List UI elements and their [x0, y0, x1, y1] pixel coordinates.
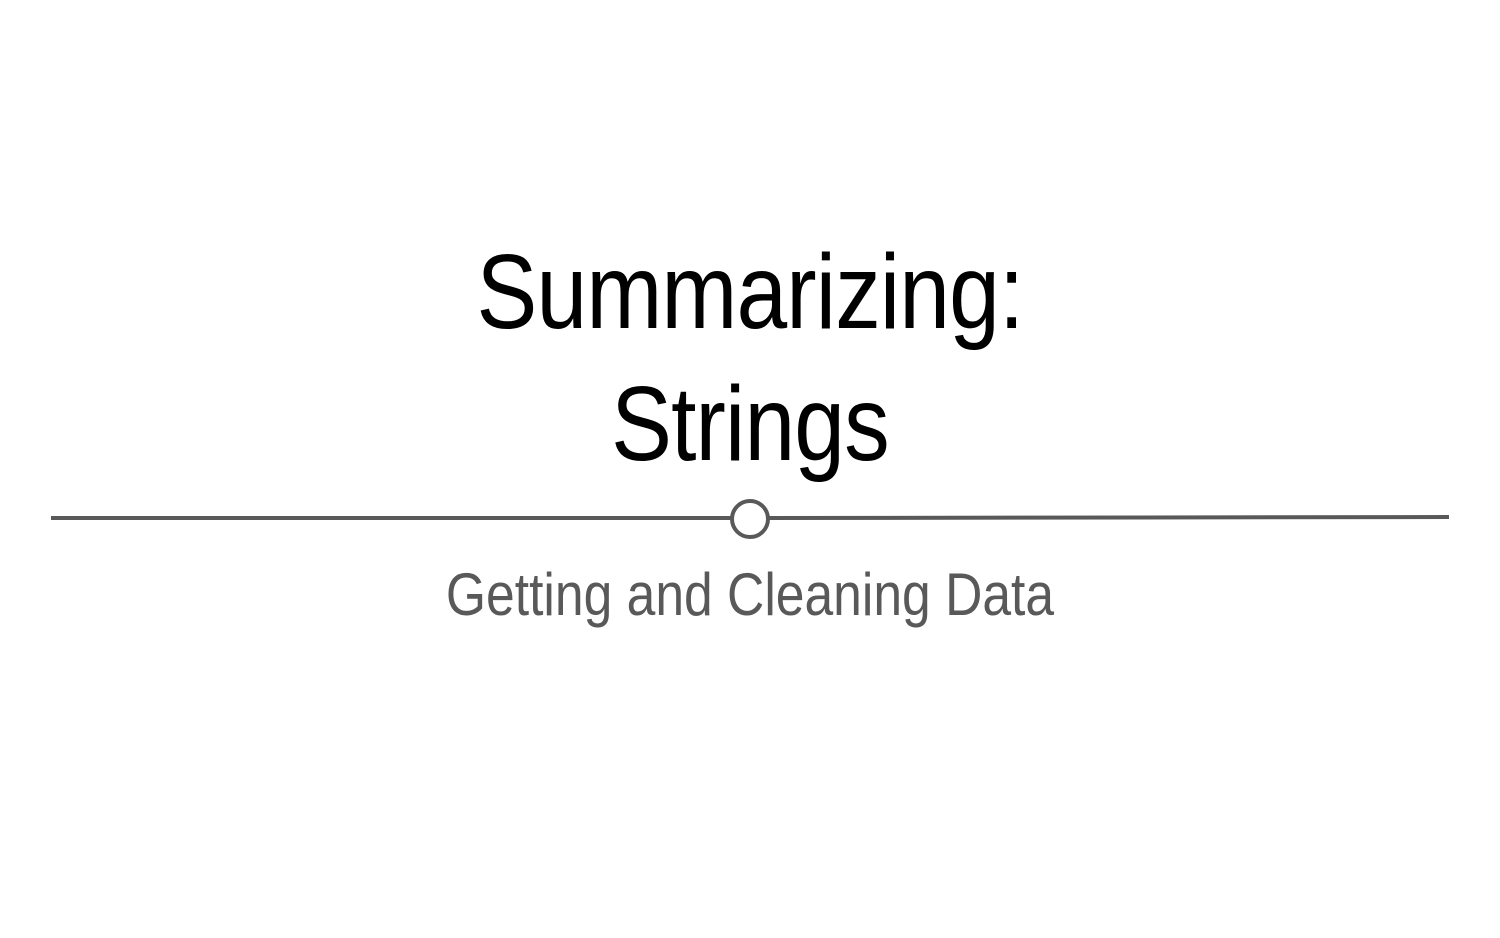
slide-title: Summarizing: Strings [105, 226, 1395, 490]
divider [51, 499, 1450, 539]
slide-subtitle: Getting and Cleaning Data [445, 561, 1055, 628]
divider-line-right [768, 515, 1450, 520]
title-slide: Summarizing: Strings Getting and Cleanin… [0, 0, 1500, 938]
slide-title-line-1: Summarizing: [476, 233, 1025, 351]
divider-circle [730, 499, 770, 539]
slide-title-line-2: Strings [611, 365, 890, 483]
